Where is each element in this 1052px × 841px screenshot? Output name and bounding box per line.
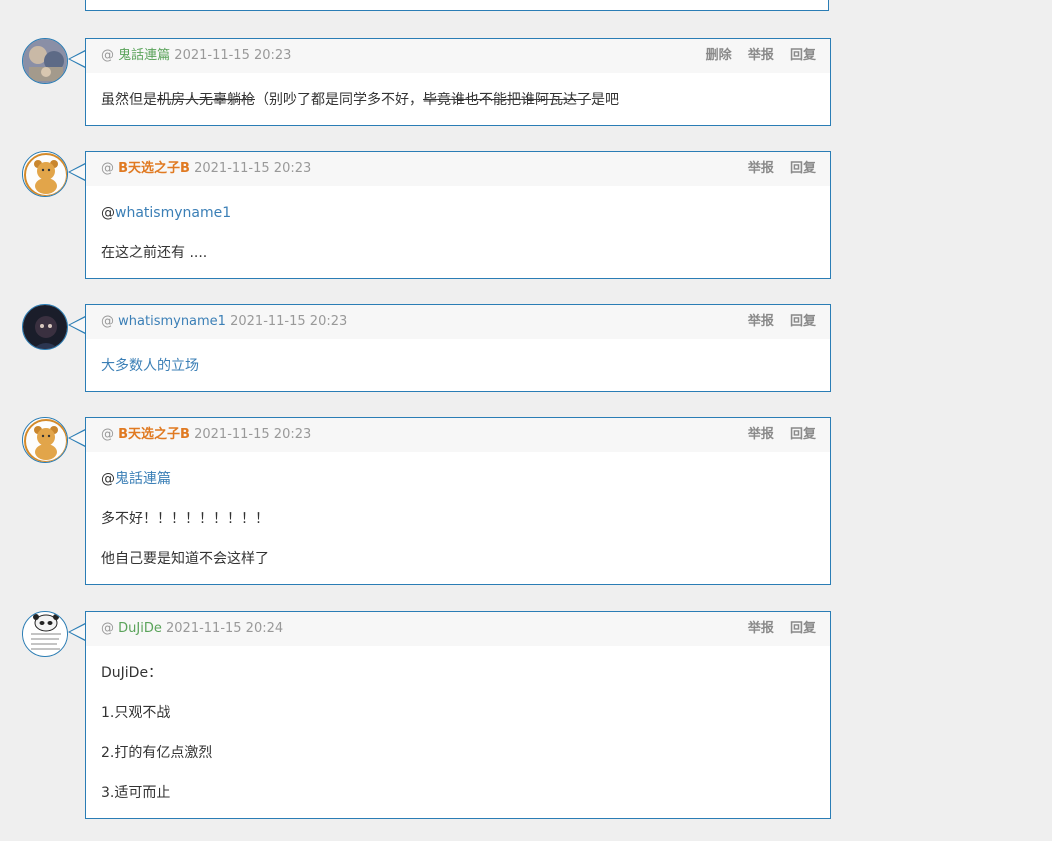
comment-author[interactable]: 鬼話連篇 — [118, 48, 170, 63]
comment-time: 2021-11-15 20:23 — [174, 48, 292, 63]
report-button[interactable]: 举报 — [748, 427, 774, 442]
comment-time: 2021-11-15 20:24 — [166, 621, 284, 636]
comment-box: @ B天选之子B 2021-11-15 20:23 举报 回复 @whatism… — [85, 151, 831, 279]
comment-body: @鬼話連篇 多不好！！！！！！！！！ 他自己要是知道不会这样了 — [86, 452, 830, 594]
avatar[interactable] — [22, 611, 68, 657]
comment-time: 2021-11-15 20:23 — [230, 314, 348, 329]
report-button[interactable]: 举报 — [748, 161, 774, 176]
comment-box: @ 鬼話連篇 2021-11-15 20:23 删除 举报 回复 虽然但是机房人… — [85, 38, 831, 126]
comment-body: @whatismyname1 在这之前还有 .... — [86, 186, 830, 288]
comment-header: @ B天选之子B 2021-11-15 20:23 举报 回复 — [86, 152, 830, 186]
comment-text: 2.打的有亿点激烈 — [101, 745, 213, 761]
comment-author[interactable]: B天选之子B — [118, 161, 190, 176]
report-button[interactable]: 举报 — [748, 621, 774, 636]
mention-link[interactable]: whatismyname1 — [115, 205, 231, 221]
comment-text: 在这之前还有 .... — [101, 245, 208, 261]
reply-button[interactable]: 回复 — [790, 314, 816, 329]
report-button[interactable]: 举报 — [748, 48, 774, 63]
reply-button[interactable]: 回复 — [790, 161, 816, 176]
comment-text-link[interactable]: 大多数人的立场 — [101, 358, 199, 374]
comment-box: @ B天选之子B 2021-11-15 20:23 举报 回复 @鬼話連篇 多不… — [85, 417, 831, 585]
reply-button[interactable]: 回复 — [790, 48, 816, 63]
comment-text: 他自己要是知道不会这样了 — [101, 551, 269, 567]
delete-button[interactable]: 删除 — [706, 48, 732, 63]
comment-text: 3.适可而止 — [101, 785, 171, 801]
reply-button[interactable]: 回复 — [790, 427, 816, 442]
comment-box: @ DuJiDe 2021-11-15 20:24 举报 回复 DuJiDe： … — [85, 611, 831, 819]
comment-text: 1.只观不战 — [101, 705, 171, 721]
report-button[interactable]: 举报 — [748, 314, 774, 329]
avatar[interactable] — [22, 151, 68, 197]
mention-link[interactable]: 鬼話連篇 — [115, 471, 171, 487]
avatar[interactable] — [22, 38, 68, 84]
comment-box: @ whatismyname1 2021-11-15 20:23 举报 回复 大… — [85, 304, 831, 392]
previous-comment-box-bottom — [85, 0, 829, 11]
comment-time: 2021-11-15 20:23 — [194, 161, 312, 176]
comment-header: @ DuJiDe 2021-11-15 20:24 举报 回复 — [86, 612, 830, 646]
comment-body: 虽然但是机房人无辜躺枪（别吵了都是同学多不好，毕竟谁也不能把谁阿瓦达了是吧 — [86, 73, 830, 135]
comment-header: @ whatismyname1 2021-11-15 20:23 举报 回复 — [86, 305, 830, 339]
avatar[interactable] — [22, 417, 68, 463]
comment-body: DuJiDe： 1.只观不战 2.打的有亿点激烈 3.适可而止 — [86, 646, 830, 828]
comment-author[interactable]: B天选之子B — [118, 427, 190, 442]
comment-author[interactable]: whatismyname1 — [118, 314, 226, 329]
comment-text: 虽然但是机房人无辜躺枪（别吵了都是同学多不好，毕竟谁也不能把谁阿瓦达了是吧 — [101, 92, 619, 108]
comment-body: 大多数人的立场 — [86, 339, 830, 401]
comment-text: DuJiDe： — [101, 665, 163, 681]
avatar[interactable] — [22, 304, 68, 350]
comment-time: 2021-11-15 20:23 — [194, 427, 312, 442]
comment-text: 多不好！！！！！！！！！ — [101, 511, 269, 527]
comment-author[interactable]: DuJiDe — [118, 621, 162, 636]
comment-header: @ 鬼話連篇 2021-11-15 20:23 删除 举报 回复 — [86, 39, 830, 73]
comment-header: @ B天选之子B 2021-11-15 20:23 举报 回复 — [86, 418, 830, 452]
reply-button[interactable]: 回复 — [790, 621, 816, 636]
